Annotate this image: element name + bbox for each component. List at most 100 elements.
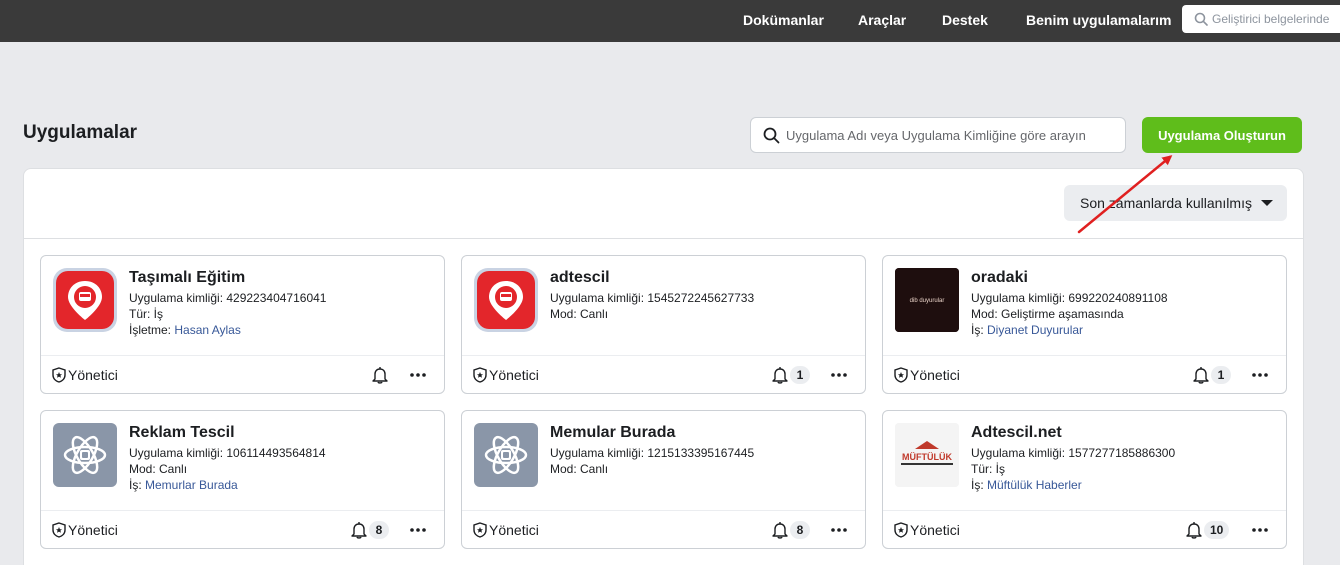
atom-default-app-icon	[474, 423, 538, 487]
shield-star-icon	[52, 367, 66, 386]
app-role: Yönetici	[473, 367, 539, 386]
top-nav-bar: Dokümanlar Araçlar Destek Benim uygulama…	[0, 0, 1340, 42]
app-business-link[interactable]: Hasan Aylas	[174, 323, 241, 337]
caret-down-icon	[1261, 200, 1273, 206]
app-search[interactable]	[750, 117, 1126, 153]
app-name: oradaki	[971, 269, 1028, 286]
nav-link-documents[interactable]: Dokümanlar	[743, 12, 824, 28]
app-business: İş: Memurlar Burada	[129, 478, 238, 492]
card-divider	[883, 510, 1286, 511]
shield-star-icon	[894, 522, 908, 541]
search-icon	[763, 127, 780, 149]
shield-star-icon	[473, 522, 487, 541]
app-business-prefix: İşletme:	[129, 323, 175, 337]
card-divider	[41, 510, 444, 511]
app-role-label: Yönetici	[68, 367, 118, 383]
card-divider	[462, 510, 865, 511]
app-role: Yönetici	[894, 367, 960, 386]
more-options-icon[interactable]	[829, 366, 849, 384]
app-search-input[interactable]	[786, 118, 1121, 152]
app-id: Uygulama kimliği: 106114493564814	[129, 446, 326, 460]
more-options-icon[interactable]	[1250, 366, 1270, 384]
panel-divider	[24, 238, 1303, 239]
dark-brand-logo: dib duyurular	[895, 268, 959, 332]
page-title: Uygulamalar	[23, 122, 138, 143]
bell-icon[interactable]	[772, 521, 788, 544]
nav-link-tools[interactable]: Araçlar	[858, 12, 906, 28]
bell-icon[interactable]	[1193, 366, 1209, 389]
app-role: Yönetici	[52, 367, 118, 386]
app-business: İşletme: Hasan Aylas	[129, 323, 241, 337]
sort-dropdown-label: Son zamanlarda kullanılmış	[1080, 195, 1252, 211]
red-location-pin-icon	[474, 268, 538, 332]
app-type: Tür: İş	[971, 462, 1006, 476]
apps-panel: Son zamanlarda kullanılmış Taşımalı Eğit…	[23, 168, 1304, 565]
app-card[interactable]: dib duyurular oradaki Uygulama kimliği: …	[882, 255, 1287, 394]
notification-count-badge: 1	[1211, 366, 1231, 384]
create-app-button[interactable]: Uygulama Oluşturun	[1142, 117, 1302, 153]
red-location-pin-icon	[53, 268, 117, 332]
app-name: Reklam Tescil	[129, 424, 235, 441]
bell-icon[interactable]	[351, 521, 367, 544]
app-card[interactable]: MÜFTÜLÜK Adtescil.net Uygulama kimliği: …	[882, 410, 1287, 549]
app-role: Yönetici	[52, 522, 118, 541]
app-mode: Mod: Canlı	[550, 307, 609, 321]
app-name: Adtescil.net	[971, 424, 1062, 441]
app-type: Tür: İş	[129, 307, 164, 321]
app-role: Yönetici	[894, 522, 960, 541]
developer-docs-search-input[interactable]	[1212, 5, 1340, 33]
app-role: Yönetici	[473, 522, 539, 541]
more-options-icon[interactable]	[1250, 521, 1270, 539]
app-name: Taşımalı Eğitim	[129, 269, 246, 286]
app-role-label: Yönetici	[489, 522, 539, 538]
notification-count-badge: 8	[790, 521, 810, 539]
app-business: İş: Diyanet Duyurular	[971, 323, 1083, 337]
shield-star-icon	[473, 367, 487, 386]
notification-count-badge: 1	[790, 366, 810, 384]
bell-icon[interactable]	[1186, 521, 1202, 544]
app-id: Uygulama kimliği: 1215133395167445	[550, 446, 755, 460]
app-business-prefix: İş:	[971, 323, 988, 337]
app-name: adtescil	[550, 269, 610, 286]
app-card[interactable]: Reklam Tescil Uygulama kimliği: 10611449…	[40, 410, 445, 549]
notification-count-badge: 10	[1204, 521, 1230, 539]
app-business-link[interactable]: Diyanet Duyurular	[987, 323, 1083, 337]
nav-link-support[interactable]: Destek	[942, 12, 988, 28]
search-icon	[1194, 12, 1208, 31]
notification-count-badge: 8	[369, 521, 389, 539]
bell-icon[interactable]	[372, 366, 388, 389]
app-id: Uygulama kimliği: 1545272245627733	[550, 291, 755, 305]
more-options-icon[interactable]	[408, 521, 428, 539]
app-business-prefix: İş:	[129, 478, 146, 492]
developer-docs-search[interactable]	[1182, 5, 1340, 33]
app-card[interactable]: Taşımalı Eğitim Uygulama kimliği: 429223…	[40, 255, 445, 394]
more-options-icon[interactable]	[829, 521, 849, 539]
svg-text:dib duyurular: dib duyurular	[910, 298, 945, 304]
app-role-label: Yönetici	[910, 367, 960, 383]
app-id: Uygulama kimliği: 429223404716041	[129, 291, 327, 305]
app-role-label: Yönetici	[910, 522, 960, 538]
card-divider	[41, 355, 444, 356]
app-business-link[interactable]: Memurlar Burada	[145, 478, 238, 492]
sort-dropdown[interactable]: Son zamanlarda kullanılmış	[1064, 185, 1287, 221]
app-role-label: Yönetici	[68, 522, 118, 538]
app-card[interactable]: Memular Burada Uygulama kimliği: 1215133…	[461, 410, 866, 549]
muftuluk-brand-logo: MÜFTÜLÜK	[895, 423, 959, 487]
app-id: Uygulama kimliği: 1577277185886300	[971, 446, 1176, 460]
shield-star-icon	[894, 367, 908, 386]
bell-icon[interactable]	[772, 366, 788, 389]
app-role-label: Yönetici	[489, 367, 539, 383]
svg-text:MÜFTÜLÜK: MÜFTÜLÜK	[902, 452, 952, 462]
app-name: Memular Burada	[550, 424, 676, 441]
app-mode: Mod: Canlı	[129, 462, 188, 476]
nav-link-my-apps[interactable]: Benim uygulamalarım	[1026, 12, 1172, 28]
app-business-link[interactable]: Müftülük Haberler	[987, 478, 1082, 492]
shield-star-icon	[52, 522, 66, 541]
atom-default-app-icon	[53, 423, 117, 487]
app-id: Uygulama kimliği: 699220240891108	[971, 291, 1168, 305]
more-options-icon[interactable]	[408, 366, 428, 384]
app-mode: Mod: Canlı	[550, 462, 609, 476]
card-divider	[462, 355, 865, 356]
app-business-prefix: İş:	[971, 478, 988, 492]
app-card[interactable]: adtescil Uygulama kimliği: 1545272245627…	[461, 255, 866, 394]
